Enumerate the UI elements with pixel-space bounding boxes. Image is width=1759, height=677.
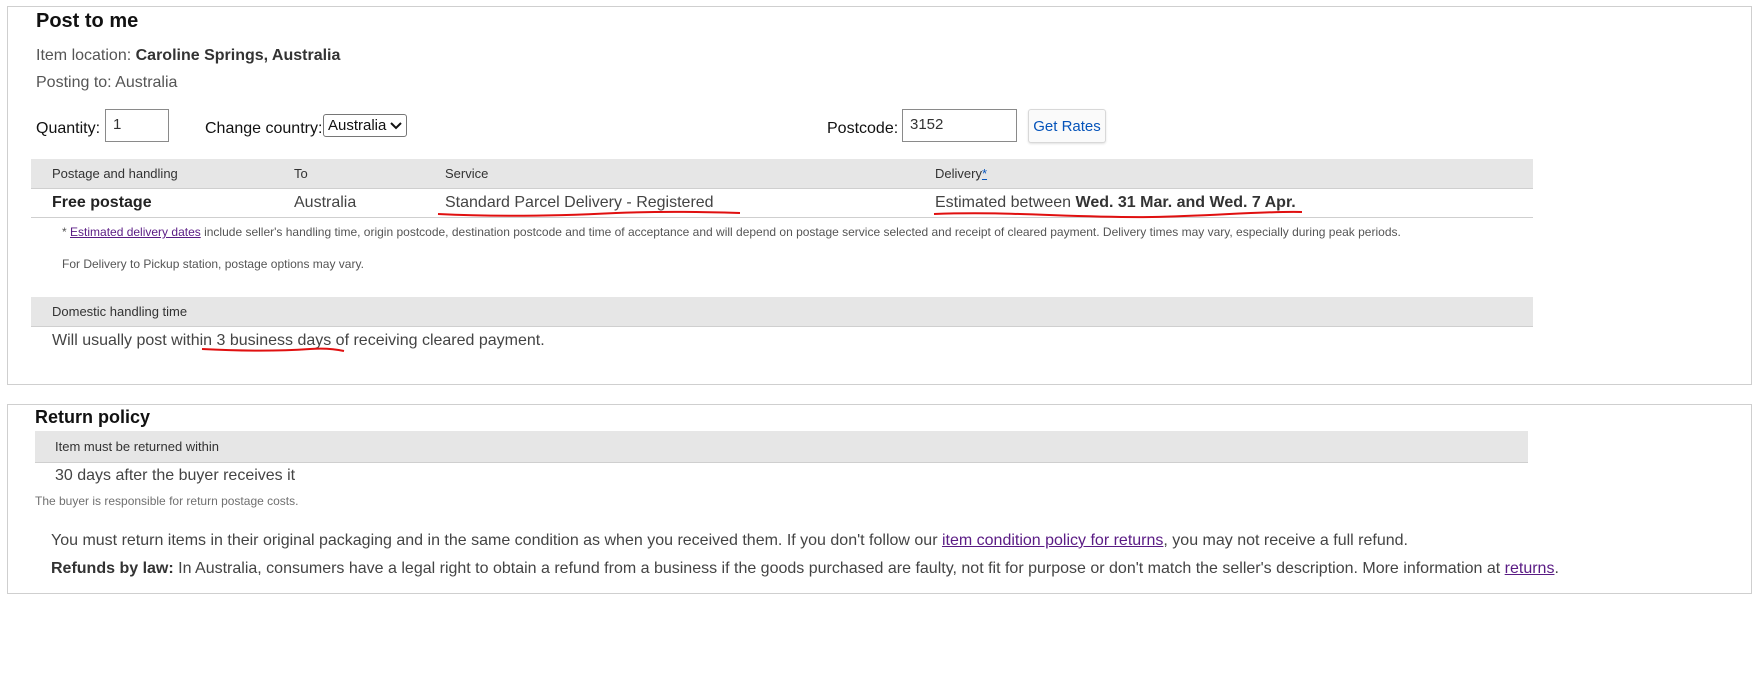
quantity-input[interactable]: 1 [105, 109, 169, 142]
postcode-label: Postcode: [827, 120, 899, 137]
policy-text-1: You must return items in their original … [51, 532, 942, 549]
delivery-footnote: * Estimated delivery dates include selle… [62, 225, 1401, 239]
change-country-label: Change country: [205, 120, 323, 137]
return-policy-text: You must return items in their original … [51, 532, 1408, 550]
refunds-end: . [1554, 560, 1559, 577]
handling-text-before: Will usually post within [52, 332, 217, 349]
posting-to: Posting to: Australia [36, 74, 177, 92]
annotation-underline-service [437, 210, 741, 217]
footnote-asterisk: * [62, 225, 67, 239]
posting-to-label: Posting to: [36, 74, 112, 91]
row-to: Australia [294, 194, 357, 211]
header-service: Service [445, 166, 489, 181]
post-to-me-title: Post to me [36, 10, 139, 32]
header-delivery-label: Delivery [935, 166, 982, 181]
estimated-delivery-dates-link[interactable]: Estimated delivery dates [70, 225, 201, 239]
handling-header: Domestic handling time [52, 304, 188, 319]
header-delivery: Delivery* [935, 166, 987, 181]
annotation-underline-handling [201, 347, 345, 352]
returns-period: 30 days after the buyer receives it [55, 467, 296, 484]
row-postage: Free postage [52, 194, 152, 211]
postcode-input[interactable]: 3152 [902, 109, 1017, 142]
pickup-note: For Delivery to Pickup station, postage … [62, 257, 364, 271]
item-location-value: Caroline Springs, Australia [135, 47, 341, 64]
postage-table-header [31, 159, 1533, 189]
country-select[interactable]: Australia [323, 114, 407, 137]
policy-text-2: , you may not receive a full refund. [1163, 532, 1408, 549]
return-policy-title: Return policy [35, 407, 151, 427]
item-condition-policy-link[interactable]: item condition policy for returns [942, 532, 1163, 549]
quantity-label: Quantity: [36, 120, 101, 137]
item-location-label: Item location: [36, 47, 132, 64]
handling-text-after: of receiving cleared payment. [331, 332, 545, 349]
handling-header-bar [31, 297, 1533, 327]
item-location: Item location: Caroline Springs, Austral… [36, 47, 340, 65]
row-divider [31, 217, 1533, 218]
returns-link[interactable]: returns [1505, 560, 1555, 577]
refunds-by-law: Refunds by law: In Australia, consumers … [51, 560, 1559, 578]
header-to: To [294, 166, 308, 181]
chevron-down-icon [390, 121, 402, 129]
returns-header: Item must be returned within [55, 439, 220, 454]
header-postage: Postage and handling [52, 166, 178, 181]
get-rates-button[interactable]: Get Rates [1028, 109, 1106, 143]
refunds-text: In Australia, consumers have a legal rig… [173, 560, 1505, 577]
posting-to-value: Australia [115, 74, 178, 91]
delivery-footnote-marker-link[interactable]: * [982, 166, 987, 181]
refunds-label: Refunds by law: [51, 560, 174, 577]
footnote-text: include seller's handling time, origin p… [200, 225, 1401, 239]
returns-header-bar [35, 431, 1528, 463]
return-postage-note: The buyer is responsible for return post… [35, 494, 299, 508]
annotation-underline-delivery [933, 210, 1303, 219]
country-selected: Australia [328, 117, 387, 134]
